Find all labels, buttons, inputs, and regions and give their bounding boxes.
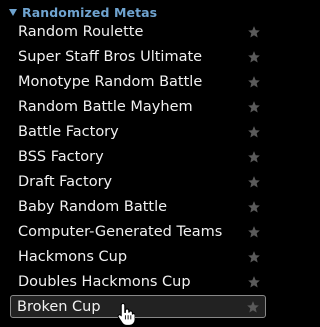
format-row[interactable]: Monotype Random Battle	[11, 70, 266, 94]
format-item[interactable]: Random Roulette	[0, 20, 270, 45]
format-row[interactable]: Draft Factory	[11, 170, 266, 194]
format-item[interactable]: Computer-Generated Teams	[0, 220, 270, 245]
next-item-peek	[13, 322, 53, 327]
format-item[interactable]: Monotype Random Battle	[0, 70, 270, 95]
format-item[interactable]: Doubles Hackmons Cup	[0, 270, 270, 295]
format-row[interactable]: Random Roulette	[11, 20, 266, 44]
star-icon[interactable]	[247, 25, 261, 39]
format-label: Broken Cup	[17, 299, 101, 315]
format-label: Draft Factory	[18, 174, 113, 190]
format-item[interactable]: Battle Factory	[0, 120, 270, 145]
star-icon[interactable]	[247, 100, 261, 114]
star-icon[interactable]	[247, 150, 261, 164]
format-item[interactable]: Draft Factory	[0, 170, 270, 195]
format-label: Battle Factory	[18, 124, 119, 140]
star-icon[interactable]	[247, 225, 261, 239]
star-icon[interactable]	[247, 200, 261, 214]
format-row[interactable]: Battle Factory	[11, 120, 266, 144]
section-title: Randomized Metas	[22, 4, 158, 20]
star-icon[interactable]	[247, 50, 261, 64]
star-icon[interactable]	[247, 75, 261, 89]
format-row[interactable]: Broken Cup	[10, 295, 266, 318]
star-icon[interactable]	[246, 300, 260, 314]
format-row[interactable]: Doubles Hackmons Cup	[11, 270, 266, 294]
format-label: Computer-Generated Teams	[18, 224, 223, 240]
format-list: Random Roulette Super Staff Bros Ultimat…	[0, 20, 270, 320]
format-label: Baby Random Battle	[18, 199, 168, 215]
caret-down-icon	[9, 8, 17, 16]
section-header-randomized-metas[interactable]: Randomized Metas	[9, 4, 157, 20]
format-label: BSS Factory	[18, 149, 104, 165]
format-list-panel: Randomized Metas Random Roulette Super S…	[0, 0, 270, 327]
format-item[interactable]: Hackmons Cup	[0, 245, 270, 270]
format-item[interactable]: Baby Random Battle	[0, 195, 270, 220]
format-row[interactable]: BSS Factory	[11, 145, 266, 169]
format-row[interactable]: Random Battle Mayhem	[11, 95, 266, 119]
format-label: Random Battle Mayhem	[18, 99, 193, 115]
format-label: Random Roulette	[18, 24, 144, 40]
format-row[interactable]: Computer-Generated Teams	[11, 220, 266, 244]
format-item[interactable]: Super Staff Bros Ultimate	[0, 45, 270, 70]
format-row[interactable]: Baby Random Battle	[11, 195, 266, 219]
format-item-hovered[interactable]: Broken Cup	[0, 295, 270, 320]
star-icon[interactable]	[247, 275, 261, 289]
format-label: Doubles Hackmons Cup	[18, 274, 191, 290]
format-item[interactable]: BSS Factory	[0, 145, 270, 170]
format-item[interactable]: Random Battle Mayhem	[0, 95, 270, 120]
star-icon[interactable]	[247, 175, 261, 189]
format-label: Hackmons Cup	[18, 249, 128, 265]
format-label: Super Staff Bros Ultimate	[18, 49, 203, 65]
format-row[interactable]: Super Staff Bros Ultimate	[11, 45, 266, 69]
star-icon[interactable]	[247, 125, 261, 139]
star-icon[interactable]	[247, 250, 261, 264]
format-row[interactable]: Hackmons Cup	[11, 245, 266, 269]
format-label: Monotype Random Battle	[18, 74, 203, 90]
